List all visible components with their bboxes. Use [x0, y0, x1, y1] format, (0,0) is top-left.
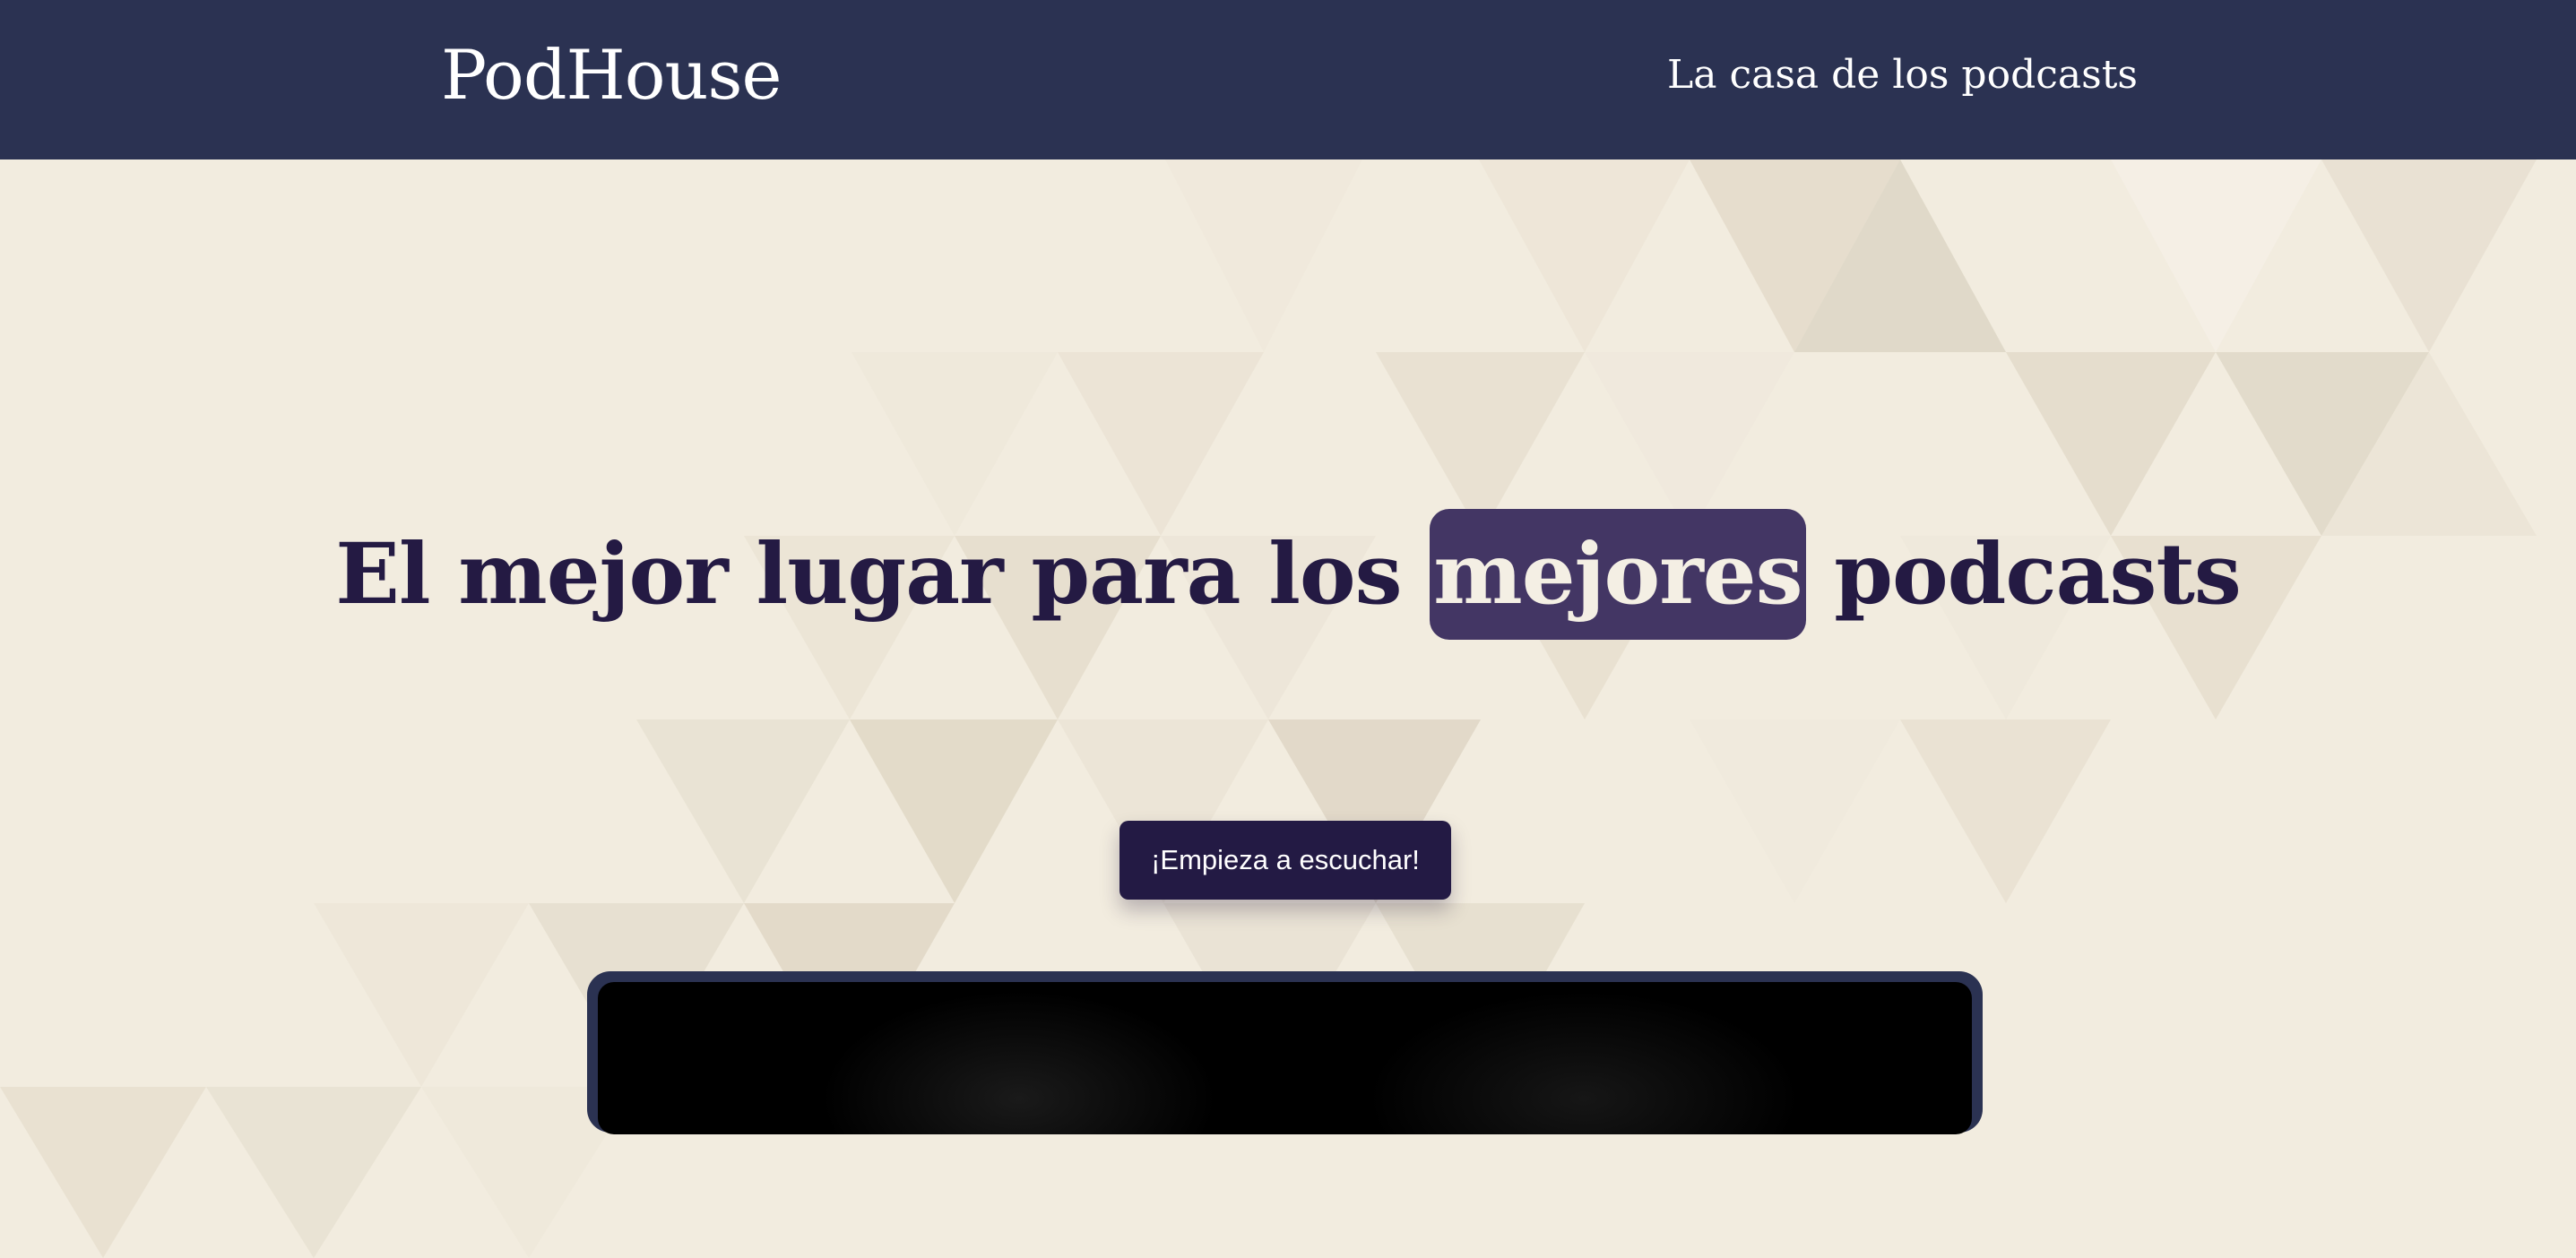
video-player-screen[interactable]: [598, 982, 1972, 1134]
hero-headline: El mejor lugar para los mejores podcasts: [0, 503, 2576, 646]
headline-text-before: El mejor lugar para los: [335, 524, 1431, 624]
video-player-frame: [587, 971, 1983, 1134]
site-logo[interactable]: PodHouse: [441, 30, 782, 120]
headline-text-after: podcasts: [1805, 524, 2242, 624]
site-header: PodHouse La casa de los podcasts: [0, 0, 2576, 159]
start-listening-button[interactable]: ¡Empieza a escuchar!: [1119, 821, 1451, 900]
site-tagline: La casa de los podcasts: [1667, 52, 2138, 98]
headline-highlight: mejores: [1430, 508, 1806, 640]
